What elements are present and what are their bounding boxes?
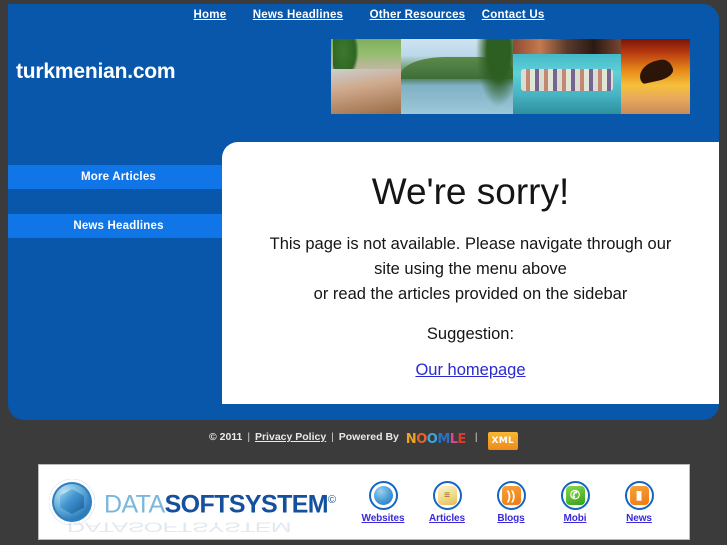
news-link[interactable]: ▮ News [607, 480, 671, 524]
registered-mark: © [328, 493, 336, 506]
page-title: We're sorry! [371, 171, 570, 212]
news-icon: ▮ [624, 480, 654, 510]
copyright-text: © 2011 [208, 431, 243, 443]
bottom-advert-banner[interactable]: DATASOFTSYSTEM© Websites ≡ Articles )) B… [38, 464, 690, 540]
websites-label: Websites [361, 512, 405, 524]
cube-orb-icon [49, 479, 95, 525]
powered-by-text: Powered By [338, 431, 399, 443]
footer-copyright-bar: © 2011 | Privacy Policy | Powered By NOO… [0, 430, 727, 450]
blogs-label: Blogs [497, 512, 525, 524]
main-blue-panel: Home News Headlines Other Resources Cont… [8, 4, 719, 420]
brand-light-part: DATA [104, 490, 165, 519]
header-photo-banner [331, 39, 690, 114]
blogs-icon: )) [496, 480, 526, 510]
mobi-icon: ✆ [560, 480, 590, 510]
blogs-link[interactable]: )) Blogs [479, 480, 543, 524]
articles-label: Articles [429, 512, 465, 524]
homepage-link[interactable]: Our homepage [415, 361, 525, 380]
photo-palm-beach-walkway [331, 39, 401, 114]
error-message-line-3: or read the articles provided on the sid… [313, 285, 628, 303]
content-card: We're sorry! This page is not available.… [222, 142, 719, 404]
mobi-link[interactable]: ✆ Mobi [543, 480, 607, 524]
articles-link[interactable]: ≡ Articles [415, 480, 479, 524]
error-message-line-1: This page is not available. Please navig… [269, 235, 672, 253]
banner-icon-row: Websites ≡ Articles )) Blogs ✆ Mobi ▮ Ne… [345, 480, 689, 524]
footer-separator-1: | [247, 431, 251, 443]
suggestion-label: Suggestion: [426, 325, 515, 343]
articles-icon: ≡ [432, 480, 462, 510]
noomle-logo[interactable]: NOOMLE [406, 433, 467, 447]
photo-paraglider-sunset [621, 39, 690, 114]
nav-contact-us[interactable]: Contact Us [482, 9, 545, 21]
sidebar-item-more-articles[interactable]: More Articles [8, 165, 229, 189]
photo-tropical-lagoon [401, 39, 513, 114]
nav-news-headlines[interactable]: News Headlines [253, 9, 343, 21]
sidebar-item-news-headlines[interactable]: News Headlines [8, 214, 229, 238]
top-navigation: Home News Headlines Other Resources Cont… [8, 9, 719, 31]
site-title: turkmenian.com [16, 60, 176, 83]
websites-icon [368, 480, 398, 510]
nav-home[interactable]: Home [194, 9, 227, 21]
footer-separator-2: | [331, 431, 334, 443]
brand-bold-part: SOFTSYSTEM [164, 490, 329, 519]
photo-water-party [513, 39, 621, 114]
page-root: Home News Headlines Other Resources Cont… [0, 0, 727, 545]
datasoftsystem-logo[interactable]: DATASOFTSYSTEM© [39, 479, 345, 525]
websites-link[interactable]: Websites [351, 480, 415, 524]
mobi-label: Mobi [563, 512, 587, 524]
datasoftsystem-wordmark: DATASOFTSYSTEM© [104, 487, 336, 517]
privacy-policy-link[interactable]: Privacy Policy [255, 431, 326, 443]
xml-badge[interactable]: XML [487, 432, 519, 450]
news-label: News [626, 512, 652, 524]
error-message-line-2: site using the menu above [374, 260, 567, 278]
footer-separator-3: | [474, 431, 478, 443]
nav-other-resources[interactable]: Other Resources [370, 9, 466, 21]
